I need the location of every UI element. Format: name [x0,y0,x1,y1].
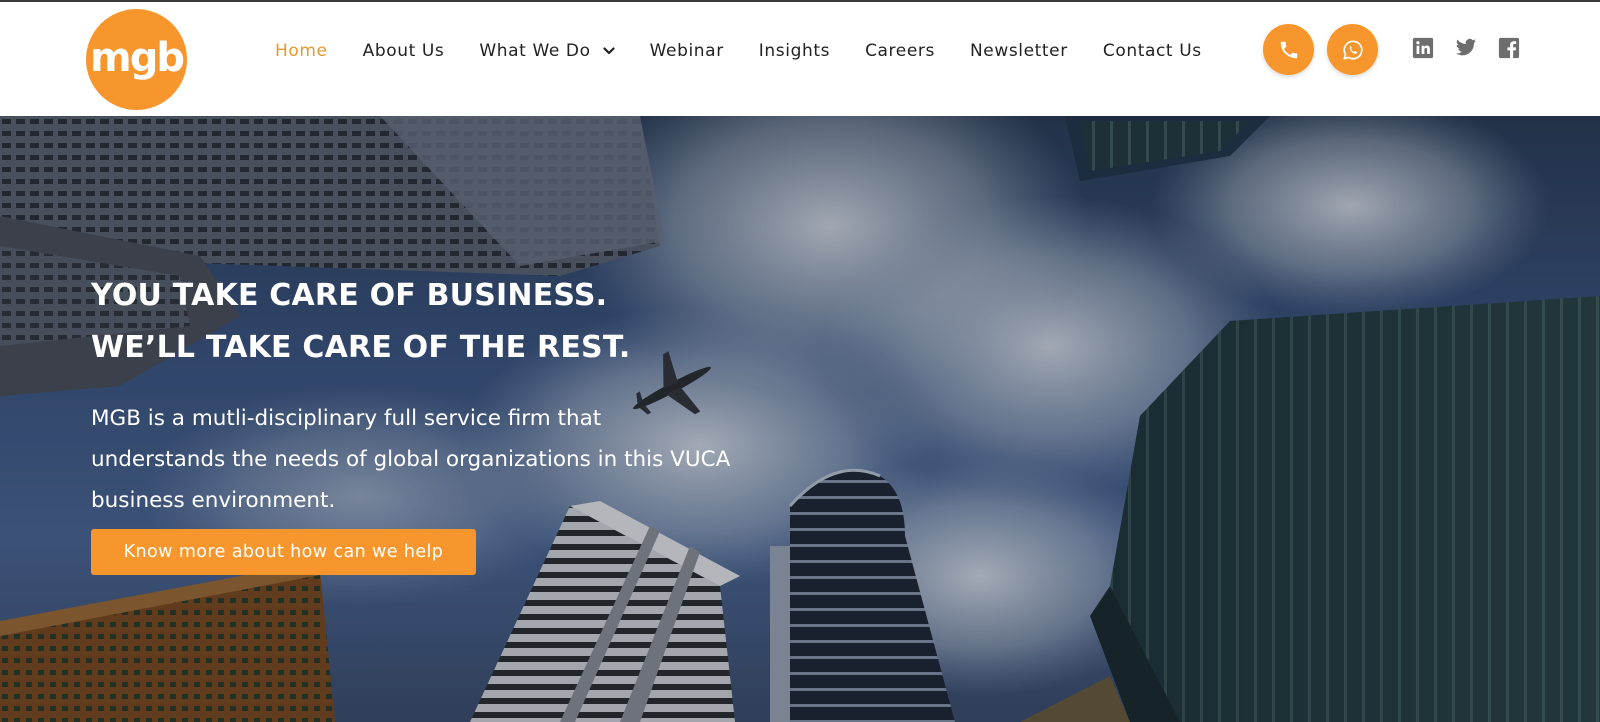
facebook-link[interactable] [1498,37,1520,59]
nav-careers[interactable]: Careers [865,41,935,61]
hero-description: MGB is a mutli-disciplinary full service… [91,398,811,521]
hero-description-line-2: understands the needs of global organiza… [91,447,731,472]
hero-description-line-1: MGB is a mutli-disciplinary full service… [91,406,602,431]
hero-banner: YOU TAKE CARE OF BUSINESS. WE’LL TAKE CA… [0,116,1600,722]
phone-button[interactable] [1263,24,1314,75]
mgb-logo[interactable]: mgb [86,9,187,110]
main-navigation: Home About Us What We Do Webinar Insight… [275,38,1237,64]
twitter-icon [1455,38,1477,56]
hero-description-line-3: business environment. [91,488,336,513]
hero-heading-line-1: YOU TAKE CARE OF BUSINESS. [91,278,608,313]
chevron-down-icon [603,47,615,55]
nav-what-we-do-label: What We Do [479,41,591,61]
facebook-icon [1498,37,1520,59]
nav-what-we-do[interactable]: What We Do [479,41,615,61]
know-more-button[interactable]: Know more about how can we help [91,529,476,575]
nav-webinar[interactable]: Webinar [650,41,724,61]
nav-newsletter[interactable]: Newsletter [970,41,1068,61]
site-header: mgb Home About Us What We Do Webinar Ins… [0,2,1600,116]
twitter-link[interactable] [1455,37,1477,59]
hero-heading-line-2: WE’LL TAKE CARE OF THE REST. [91,330,631,365]
nav-about-us[interactable]: About Us [363,41,445,61]
nav-insights[interactable]: Insights [759,41,830,61]
phone-icon [1280,41,1297,58]
whatsapp-icon [1342,39,1363,60]
linkedin-icon [1412,37,1434,59]
nav-contact-us[interactable]: Contact Us [1103,41,1202,61]
linkedin-link[interactable] [1412,37,1434,59]
nav-home[interactable]: Home [275,41,328,61]
whatsapp-button[interactable] [1327,24,1378,75]
